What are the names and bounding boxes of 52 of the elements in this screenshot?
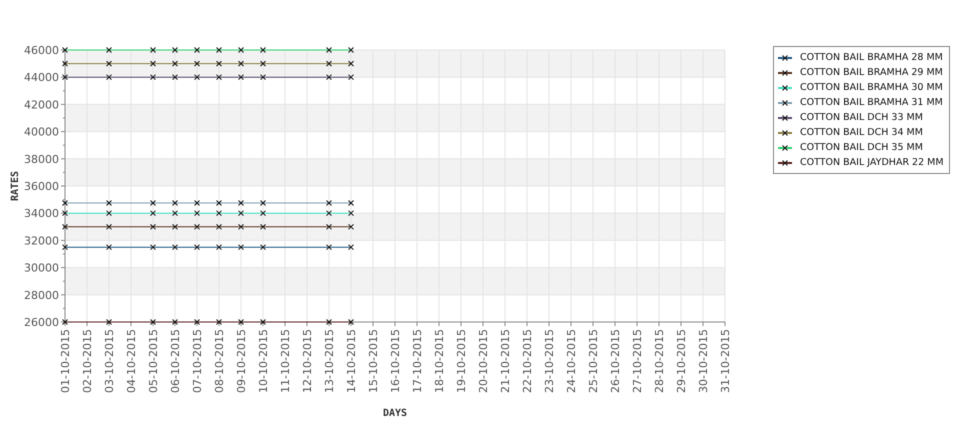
legend-label: COTTON BAIL DCH 33 MM	[800, 112, 923, 123]
x-tick-label: 14-10-2015	[345, 329, 358, 393]
y-tick-label: 32000	[24, 234, 59, 248]
x-tick-label: 09-10-2015	[235, 329, 248, 393]
y-tick-label: 30000	[24, 262, 59, 275]
x-tick-label: 19-10-2015	[455, 329, 468, 393]
x-tick-label: 11-10-2015	[279, 329, 292, 393]
x-tick-label: 30-10-2015	[697, 329, 710, 393]
legend-label: COTTON BAIL JAYDHAR 22 MM	[800, 157, 944, 168]
x-tick-label: 12-10-2015	[301, 329, 314, 393]
y-tick-label: 34000	[24, 207, 59, 220]
x-tick-label: 08-10-2015	[213, 329, 226, 393]
x-axis-title: DAYS	[382, 408, 408, 419]
legend-label: COTTON BAIL BRAMHA 28 MM	[800, 52, 943, 63]
legend-label: COTTON BAIL BRAMHA 31 MM	[800, 97, 943, 108]
x-tick-label: 17-10-2015	[411, 329, 424, 393]
x-tick-label: 03-10-2015	[103, 329, 116, 393]
x-tick-label: 28-10-2015	[653, 329, 666, 393]
x-tick-label: 25-10-2015	[587, 329, 600, 393]
x-tick-label: 16-10-2015	[389, 329, 402, 393]
x-tick-label: 01-10-2015	[59, 329, 72, 393]
y-tick-label: 42000	[24, 98, 59, 112]
x-tick-label: 02-10-2015	[81, 329, 94, 393]
legend-label: COTTON BAIL DCH 35 MM	[800, 142, 923, 153]
x-tick-label: 05-10-2015	[147, 329, 160, 393]
x-tick-label: 26-10-2015	[609, 329, 622, 393]
y-tick-label: 46000	[24, 44, 59, 57]
x-tick-label: 24-10-2015	[565, 329, 578, 393]
x-tick-label: 27-10-2015	[631, 329, 644, 393]
y-axis-title: RATES	[10, 170, 21, 202]
x-tick-label: 29-10-2015	[675, 329, 688, 393]
x-tick-label: 23-10-2015	[543, 329, 556, 393]
x-tick-label: 07-10-2015	[191, 329, 204, 393]
x-tick-label: 21-10-2015	[499, 329, 512, 393]
x-tick-label: 15-10-2015	[367, 329, 380, 393]
legend-label: COTTON BAIL DCH 34 MM	[800, 127, 923, 138]
y-tick-label: 44000	[24, 71, 59, 84]
y-tick-label: 28000	[24, 288, 59, 302]
y-tick-label: 36000	[24, 180, 59, 193]
x-tick-label: 22-10-2015	[521, 329, 534, 393]
x-tick-label: 18-10-2015	[433, 329, 446, 393]
x-tick-label: 04-10-2015	[125, 329, 138, 393]
x-tick-label: 31-10-2015	[719, 329, 732, 393]
x-tick-label: 06-10-2015	[169, 329, 182, 393]
y-tick-label: 38000	[24, 152, 59, 166]
x-tick-label: 13-10-2015	[323, 329, 336, 393]
y-tick-label: 40000	[24, 126, 59, 139]
legend-label: COTTON BAIL BRAMHA 29 MM	[800, 67, 943, 78]
y-tick-label: 26000	[24, 316, 59, 329]
x-tick-label: 20-10-2015	[477, 329, 490, 393]
x-tick-label: 10-10-2015	[257, 329, 270, 393]
legend-label: COTTON BAIL BRAMHA 30 MM	[800, 82, 943, 93]
